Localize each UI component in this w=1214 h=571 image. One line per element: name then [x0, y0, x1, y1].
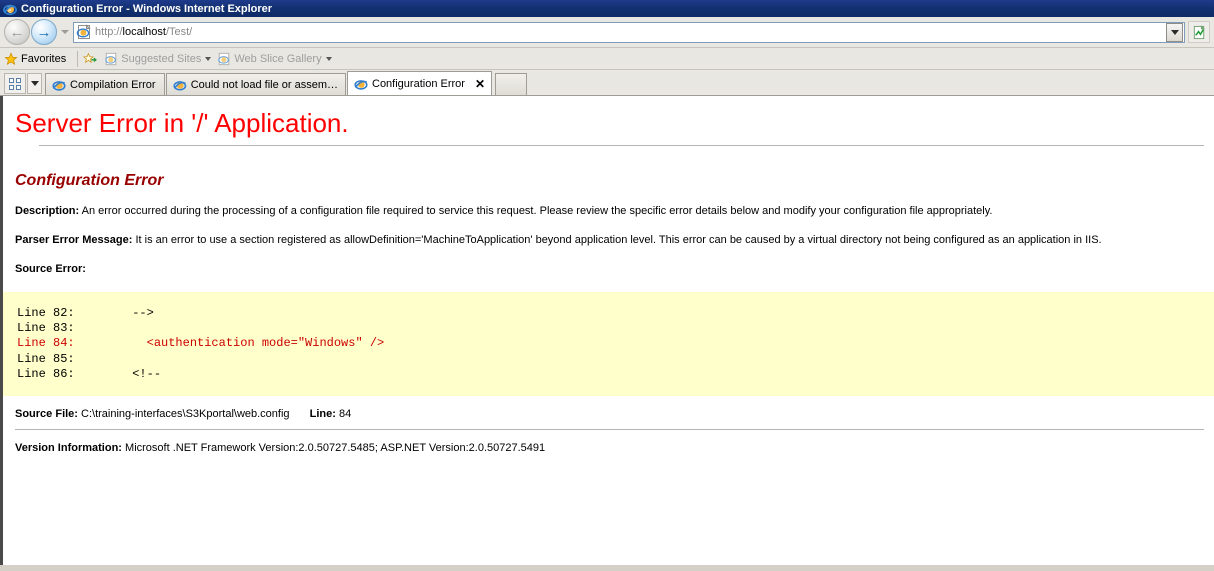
code-line-number: Line 85: [17, 351, 75, 366]
favorites-button[interactable]: Favorites [4, 51, 67, 66]
source-file-value: C:\training-interfaces\S3Kportal\web.con… [81, 408, 290, 421]
code-line-number: Line 83: [17, 320, 75, 335]
window-title: Configuration Error - Windows Internet E… [21, 2, 273, 15]
version-information-line: Version Information: Microsoft .NET Fram… [15, 442, 1202, 454]
quick-tabs-button[interactable] [4, 73, 26, 94]
forward-button[interactable]: → [31, 19, 57, 45]
tab-configuration-error[interactable]: Configuration Error ✕ [347, 71, 492, 95]
address-bar[interactable]: http://localhost/Test/ [73, 21, 1185, 43]
web-slice-gallery-button[interactable]: Web Slice Gallery [217, 52, 332, 66]
code-line-number: Line 86: [17, 366, 75, 381]
recent-pages-dropdown-button[interactable] [58, 19, 71, 45]
page-favicon-icon [76, 24, 92, 40]
suggested-sites-button[interactable]: Suggested Sites [104, 52, 212, 66]
browser-viewport: Server Error in '/' Application. Configu… [0, 96, 1214, 565]
code-line-text: <authentication mode="Windows" /> [74, 336, 385, 351]
chevron-down-icon [30, 81, 39, 86]
line-label: Line: [309, 408, 336, 421]
chevron-down-icon[interactable] [205, 56, 212, 61]
code-line: Line 85: [17, 352, 75, 366]
title-divider [39, 145, 1204, 146]
chevron-down-icon [1170, 29, 1179, 35]
code-line-highlighted: Line 84: <authentication mode="Windows" … [17, 336, 384, 350]
tab-could-not-load-file[interactable]: Could not load file or assemb... [166, 73, 346, 95]
quick-tabs-icon [9, 77, 21, 90]
suggested-sites-label: Suggested Sites [121, 52, 202, 65]
web-slice-gallery-label: Web Slice Gallery [234, 52, 322, 65]
forward-arrow-icon: → [36, 23, 52, 41]
suggested-sites-icon [105, 52, 117, 65]
add-to-favorites-bar-button[interactable] [83, 52, 98, 66]
code-line-text: <!-- [74, 366, 162, 381]
window-titlebar: e Configuration Error - Windows Internet… [0, 0, 1214, 17]
code-line: Line 83: [17, 321, 75, 335]
back-arrow-icon: ← [9, 23, 25, 41]
address-dropdown-button[interactable] [1166, 22, 1183, 42]
chevron-down-icon [60, 30, 69, 34]
code-line-number: Line 84: [17, 336, 75, 351]
tab-bar: Compilation Error Could not load file or… [0, 70, 1214, 96]
page-title: Server Error in '/' Application. [15, 108, 349, 138]
tab-label: Configuration Error [372, 77, 465, 90]
description-text: An error occurred during the processing … [81, 205, 993, 217]
tab-label: Compilation Error [70, 78, 156, 91]
source-file-line: Source File: C:\training-interfaces\S3Kp… [15, 408, 1202, 420]
error-page: Server Error in '/' Application. Configu… [3, 108, 1214, 454]
toolbar-divider [77, 50, 79, 67]
add-favorite-icon [83, 52, 98, 63]
close-icon[interactable]: ✕ [465, 78, 485, 90]
code-line: Line 82: --> [17, 306, 154, 320]
line-value: 84 [339, 408, 352, 421]
version-value: Microsoft .NET Framework Version:2.0.507… [125, 442, 546, 455]
source-file-label: Source File: [15, 408, 78, 421]
description-paragraph: Description: An error occurred during th… [15, 204, 1202, 219]
version-label: Version Information: [15, 442, 122, 455]
favorites-bar: Favorites Suggested Sites Web Slice Gall… [0, 48, 1214, 70]
source-error-heading: Source Error: [15, 262, 1202, 277]
source-error-label: Source Error: [15, 262, 86, 275]
tab-favicon-icon [52, 80, 66, 91]
code-line-text: --> [74, 305, 154, 320]
tab-label: Could not load file or assemb... [190, 78, 339, 91]
svg-text:e: e [8, 6, 11, 14]
code-line: Line 86: <!-- [17, 367, 161, 381]
chevron-down-icon[interactable] [325, 56, 332, 61]
error-subtitle: Configuration Error [15, 172, 164, 189]
refresh-button[interactable] [1188, 21, 1210, 43]
back-button[interactable]: ← [4, 19, 30, 45]
favorites-label: Favorites [21, 52, 67, 65]
parser-error-paragraph: Parser Error Message: It is an error to … [15, 233, 1202, 248]
web-slice-gallery-icon [218, 52, 230, 65]
tab-favicon-icon [354, 79, 368, 90]
tab-list-button[interactable] [27, 73, 42, 94]
tab-compilation-error[interactable]: Compilation Error [45, 73, 165, 95]
star-icon [4, 51, 18, 65]
tab-favicon-icon [173, 80, 187, 91]
parser-error-label: Parser Error Message: [15, 233, 133, 246]
source-file-divider [15, 429, 1204, 431]
refresh-icon [1193, 24, 1205, 39]
navigation-toolbar: ← → http://localhost/Test/ [0, 17, 1214, 48]
parser-error-text: It is an error to use a section register… [135, 233, 1102, 246]
new-tab-button[interactable] [495, 73, 527, 95]
description-label: Description: [15, 205, 80, 217]
code-line-number: Line 82: [17, 305, 75, 320]
source-code-block: Line 82: --> Line 83: Line 84: <authenti… [3, 291, 1214, 397]
ie-logo-icon: e [3, 2, 17, 16]
address-input-text[interactable]: http://localhost/Test/ [95, 26, 1166, 38]
